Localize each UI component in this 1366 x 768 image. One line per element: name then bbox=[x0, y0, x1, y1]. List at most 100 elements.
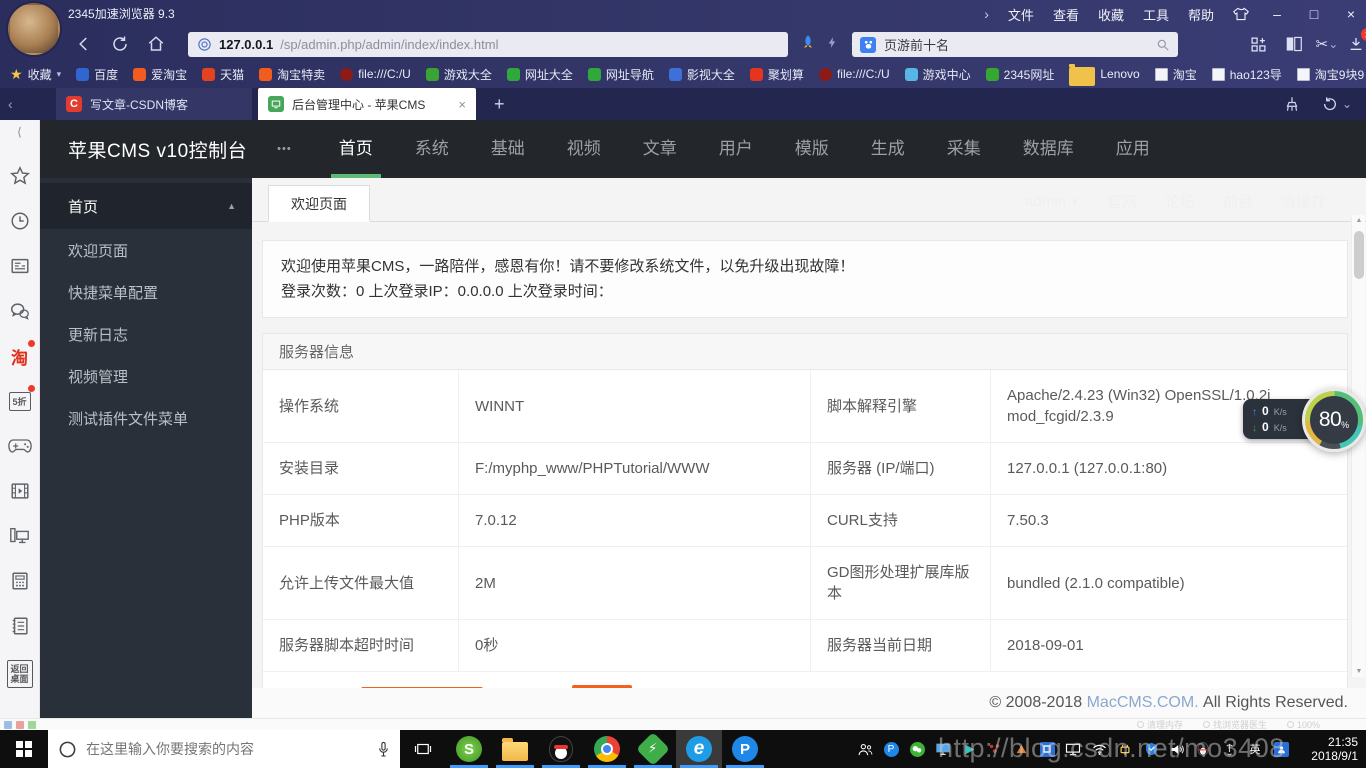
bookmark-item[interactable]: 爱淘宝 bbox=[133, 66, 187, 83]
scissors-caret-icon[interactable]: ⌄ bbox=[1328, 37, 1338, 51]
bookmark-item[interactable]: 淘宝9块9 bbox=[1297, 66, 1364, 83]
app-chrome[interactable] bbox=[584, 730, 630, 768]
address-bar[interactable]: 127.0.0.1/sp/admin.php/admin/index/index… bbox=[188, 32, 788, 57]
scroll-down-icon[interactable]: ▼ bbox=[1352, 668, 1366, 675]
clean-broom-icon[interactable] bbox=[1283, 95, 1301, 113]
bookmark-item[interactable]: 网址导航 bbox=[588, 66, 654, 83]
app-pp-assistant[interactable]: P bbox=[722, 730, 768, 768]
menu-help[interactable]: 帮助 bbox=[1188, 5, 1214, 24]
bookmark-item[interactable]: 游戏中心 bbox=[905, 66, 971, 83]
screenshot-scissors-icon[interactable]: ✂⌄ bbox=[1315, 33, 1339, 55]
bookmark-item[interactable]: file:///C:/U bbox=[340, 67, 411, 81]
link-frontend[interactable]: 前台 bbox=[1223, 191, 1253, 212]
taskbar-search[interactable] bbox=[48, 730, 400, 768]
browser-search-box[interactable] bbox=[852, 32, 1178, 57]
history-clock-icon[interactable] bbox=[7, 208, 33, 234]
calculator-icon[interactable] bbox=[7, 568, 33, 594]
close-button[interactable]: × bbox=[1342, 6, 1360, 22]
computer-icon[interactable] bbox=[7, 523, 33, 549]
app-phpstudy[interactable]: ⚡ bbox=[630, 730, 676, 768]
tray-dots-icon[interactable] bbox=[986, 740, 1004, 758]
sidebar-item-welcome[interactable]: 欢迎页面 bbox=[40, 229, 252, 271]
minimize-button[interactable]: – bbox=[1268, 6, 1286, 22]
sidebar-group-home[interactable]: 首页 ▲ bbox=[40, 183, 252, 229]
sidebar-item-changelog[interactable]: 更新日志 bbox=[40, 313, 252, 355]
app-qq[interactable] bbox=[538, 730, 584, 768]
scroll-up-icon[interactable]: ▲ bbox=[1352, 217, 1366, 224]
menu-expander-icon[interactable]: › bbox=[984, 6, 989, 22]
nav-video[interactable]: 视频 bbox=[546, 120, 622, 178]
tray-contacts-icon[interactable] bbox=[1272, 740, 1290, 758]
microphone-icon[interactable] bbox=[377, 741, 390, 758]
bookmark-item[interactable]: 淘宝 bbox=[1155, 66, 1197, 83]
bookmark-item[interactable]: hao123导 bbox=[1212, 66, 1282, 83]
bookmark-item[interactable]: 天猫 bbox=[202, 66, 244, 83]
tab-maccms-admin[interactable]: 后台管理中心 - 苹果CMS × bbox=[258, 88, 476, 120]
new-tab-button[interactable]: + bbox=[494, 88, 505, 120]
refresh-button[interactable] bbox=[110, 34, 130, 54]
back-to-desktop-button[interactable]: 返回桌面 bbox=[7, 658, 33, 690]
reopen-closed-tab-icon[interactable]: ⌄ bbox=[1321, 96, 1352, 112]
nav-template[interactable]: 模版 bbox=[774, 120, 850, 178]
menu-file[interactable]: 文件 bbox=[1008, 5, 1034, 24]
wechat-chat-icon[interactable] bbox=[7, 298, 33, 324]
maccms-link[interactable]: MacCMS.COM. bbox=[1087, 694, 1199, 712]
nav-collect[interactable]: 采集 bbox=[926, 120, 1002, 178]
sidebar-item-testplugin[interactable]: 测试插件文件菜单 bbox=[40, 397, 252, 439]
menu-favorites[interactable]: 收藏 bbox=[1098, 5, 1124, 24]
notebook-icon[interactable] bbox=[7, 613, 33, 639]
tray-ime-icon[interactable] bbox=[1038, 740, 1056, 758]
memory-usage-gauge[interactable]: 80% bbox=[1302, 388, 1366, 452]
favorites-star-icon[interactable] bbox=[7, 163, 33, 189]
search-icon[interactable] bbox=[1156, 38, 1170, 52]
tray-volume-icon[interactable] bbox=[1168, 740, 1186, 758]
reading-mode-icon[interactable] bbox=[1282, 33, 1306, 55]
tray-player-icon[interactable] bbox=[960, 740, 978, 758]
tray-network-icon[interactable] bbox=[1090, 740, 1108, 758]
tray-plug-icon[interactable] bbox=[1116, 740, 1134, 758]
app-file-explorer[interactable] bbox=[492, 730, 538, 768]
cms-more-icon[interactable]: ••• bbox=[277, 143, 292, 155]
task-view-button[interactable] bbox=[400, 730, 446, 768]
nav-generate[interactable]: 生成 bbox=[850, 120, 926, 178]
ime-language-indicator[interactable]: 英 bbox=[1246, 740, 1264, 758]
tab-csdn[interactable]: C 写文章-CSDN博客 bbox=[56, 88, 252, 120]
nav-article[interactable]: 文章 bbox=[622, 120, 698, 178]
rocket-icon[interactable] bbox=[800, 34, 816, 50]
page-scrollbar[interactable]: ▲ ▼ bbox=[1351, 215, 1365, 677]
bookmark-item[interactable]: 百度 bbox=[76, 66, 118, 83]
bookmark-item[interactable]: 聚划算 bbox=[750, 66, 804, 83]
tray-qq-icon[interactable] bbox=[1194, 740, 1212, 758]
scrollbar-thumb[interactable] bbox=[1354, 231, 1364, 279]
maximize-button[interactable]: □ bbox=[1305, 6, 1323, 22]
app-edge-active[interactable]: e bbox=[676, 730, 722, 768]
bookmarks-root[interactable]: ★收藏▾ bbox=[10, 66, 61, 83]
bookmark-item[interactable]: Lenovo bbox=[1069, 63, 1139, 86]
link-official-site[interactable]: 官网 bbox=[1107, 191, 1137, 212]
video-film-icon[interactable] bbox=[7, 478, 33, 504]
skin-icon[interactable] bbox=[1233, 7, 1249, 21]
bookmark-item[interactable]: 游戏大全 bbox=[426, 66, 492, 83]
games-gamepad-icon[interactable] bbox=[7, 433, 33, 459]
tab-scroll-left-icon[interactable]: ‹ bbox=[8, 88, 13, 120]
user-avatar[interactable] bbox=[8, 3, 60, 55]
tray-shield-icon[interactable] bbox=[1142, 740, 1160, 758]
browser-search-input[interactable] bbox=[884, 37, 1148, 52]
coupon-icon[interactable]: 5折 bbox=[7, 388, 33, 414]
tray-display-icon[interactable] bbox=[934, 740, 952, 758]
collapse-strip-icon[interactable]: ⟨ bbox=[17, 120, 22, 144]
tab-close-icon[interactable]: × bbox=[458, 97, 466, 112]
news-icon[interactable] bbox=[7, 253, 33, 279]
sidebar-item-videomgr[interactable]: 视频管理 bbox=[40, 355, 252, 397]
start-button[interactable] bbox=[0, 730, 48, 768]
link-clear-cache[interactable]: 清缓存 bbox=[1281, 191, 1326, 212]
bookmark-item[interactable]: 影视大全 bbox=[669, 66, 735, 83]
tray-monitor-icon[interactable] bbox=[1064, 740, 1082, 758]
nav-system[interactable]: 系统 bbox=[394, 120, 470, 178]
admin-menu[interactable]: admin▼ bbox=[1025, 191, 1079, 212]
reopen-caret-icon[interactable]: ⌄ bbox=[1342, 97, 1352, 111]
nav-app[interactable]: 应用 bbox=[1095, 120, 1171, 178]
content-tab-welcome[interactable]: 欢迎页面 bbox=[268, 185, 370, 222]
nav-user[interactable]: 用户 bbox=[698, 120, 774, 178]
taskbar-clock[interactable]: 21:35 2018/9/1 bbox=[1296, 735, 1358, 763]
